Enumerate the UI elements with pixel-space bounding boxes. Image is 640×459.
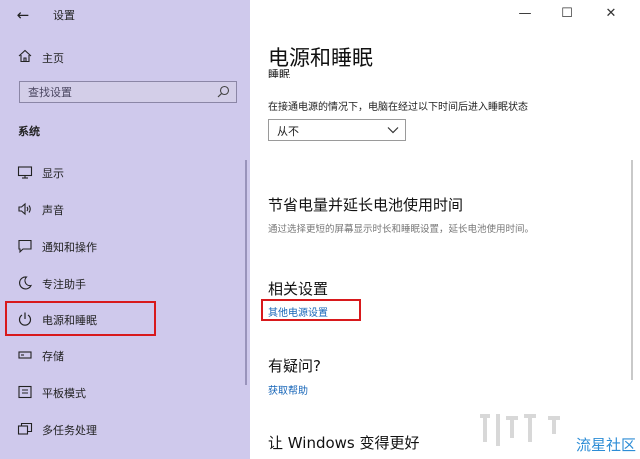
minimize-icon: — — [518, 6, 532, 21]
watermark-graphic — [480, 414, 560, 446]
sidebar-item-focus-assist[interactable]: 专注助手 — [0, 270, 245, 296]
related-settings-heading: 相关设置 — [268, 280, 329, 298]
sidebar-item-label: 显示 — [42, 167, 64, 180]
page-title: 电源和睡眠 — [268, 46, 373, 70]
back-button[interactable]: ← — [12, 4, 34, 26]
display-icon — [17, 166, 33, 179]
maximize-icon: ☐ — [561, 6, 573, 21]
sidebar-item-storage[interactable]: 存储 — [0, 342, 245, 368]
content-scrollbar[interactable] — [631, 160, 633, 380]
notification-icon — [18, 239, 32, 254]
annotation-highlight-power — [5, 301, 156, 336]
titlebar-left: ← 设置 — [0, 0, 250, 30]
sidebar-item-label: 存储 — [42, 350, 64, 363]
watermark-text: 流星社区 — [575, 436, 636, 454]
window-controls: — ☐ ✕ — [510, 0, 640, 28]
feedback-heading: 让 Windows 变得更好 — [268, 434, 420, 452]
sidebar-item-tablet-mode[interactable]: 平板模式 — [0, 379, 245, 405]
sidebar-item-display[interactable]: 显示 — [0, 159, 245, 185]
settings-content: — ☐ ✕ 电源和睡眠 睡眠 在接通电源的情况下，电脑在经过以下时间后进入睡眠状… — [250, 0, 640, 459]
sidebar-item-label: 通知和操作 — [42, 241, 97, 254]
sidebar-item-label: 专注助手 — [42, 278, 86, 291]
sidebar-scrollbar[interactable] — [245, 160, 247, 385]
app-title: 设置 — [53, 9, 75, 22]
sidebar-item-home[interactable]: 主页 — [0, 46, 250, 68]
sidebar-item-label: 平板模式 — [42, 387, 86, 400]
sleep-heading: 睡眠 — [268, 69, 290, 78]
sidebar-item-label: 声音 — [42, 204, 64, 217]
multitask-icon — [17, 422, 33, 435]
sidebar-item-multitasking[interactable]: 多任务处理 — [0, 416, 245, 442]
sleep-description: 在接通电源的情况下，电脑在经过以下时间后进入睡眠状态 — [268, 102, 528, 113]
sleep-timeout-dropdown[interactable]: 从不 — [268, 119, 406, 141]
dropdown-value: 从不 — [277, 125, 299, 138]
sidebar-item-label: 多任务处理 — [42, 424, 97, 437]
section-title: 系统 — [18, 125, 40, 138]
search-box[interactable] — [19, 81, 237, 103]
annotation-highlight-link — [261, 299, 361, 321]
sidebar-item-sound[interactable]: 声音 — [0, 196, 245, 222]
chevron-down-icon — [387, 127, 399, 134]
close-icon: ✕ — [605, 6, 617, 21]
storage-icon — [18, 351, 32, 359]
search-icon — [217, 85, 230, 98]
back-arrow-icon: ← — [16, 6, 30, 24]
sidebar-item-notifications[interactable]: 通知和操作 — [0, 233, 245, 259]
maximize-button[interactable]: ☐ — [552, 3, 582, 25]
save-power-heading: 节省电量并延长电池使用时间 — [268, 196, 464, 214]
moon-icon — [19, 276, 32, 290]
settings-sidebar: ← 设置 主页 系统 显示 声音 — [0, 0, 250, 459]
search-input[interactable] — [20, 82, 218, 102]
get-help-link[interactable]: 获取帮助 — [268, 382, 308, 397]
minimize-button[interactable]: — — [510, 3, 540, 25]
save-power-note: 通过选择更短的屏幕显示时长和睡眠设置，延长电池使用时间。 — [268, 224, 535, 235]
home-icon — [18, 49, 32, 63]
question-heading: 有疑问? — [268, 357, 321, 375]
home-label: 主页 — [42, 52, 64, 65]
tablet-icon — [18, 385, 32, 399]
close-button[interactable]: ✕ — [596, 3, 626, 25]
speaker-icon — [18, 202, 31, 216]
